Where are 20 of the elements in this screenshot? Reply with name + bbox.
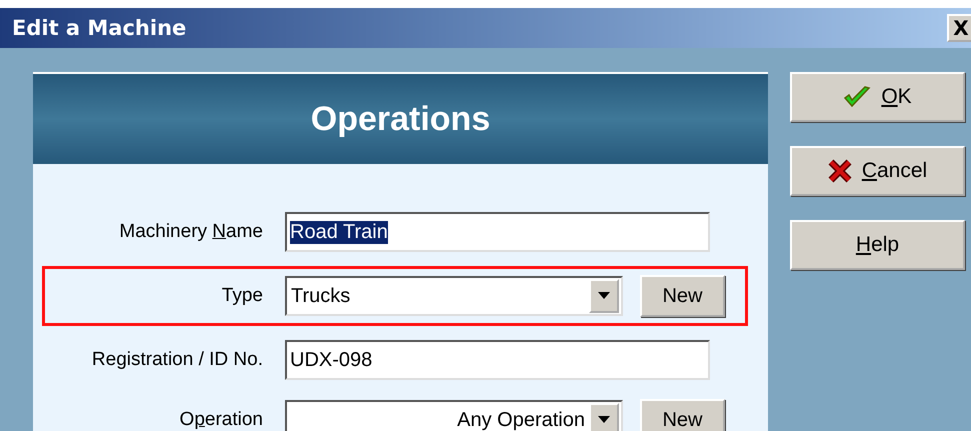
cross-icon [828,159,852,183]
new-button[interactable]: New [640,275,725,317]
dialog-button[interactable]: OK [790,72,965,122]
field-label: Registration / ID No. [90,349,263,371]
new-button[interactable]: New [640,399,725,431]
field-label: Machinery Name [118,221,263,243]
input-field[interactable]: Road Train [285,212,710,252]
dropdown-arrow-icon [598,416,610,424]
field-label: Type [220,285,263,307]
window-title: Edit a Machine [12,16,186,40]
input-field[interactable]: UDX-098 [285,340,710,380]
checkmark-icon [843,85,872,109]
close-button[interactable]: X [947,14,971,42]
dropdown[interactable]: Any Operation [285,400,623,431]
dropdown-arrow-icon [598,292,610,300]
dropdown[interactable]: Trucks [285,276,623,316]
dialog-button[interactable]: Help [790,220,965,270]
field-label: Operation [178,409,263,431]
dialog-button[interactable]: Cancel [790,146,965,196]
panel-title: Operations [310,100,490,138]
